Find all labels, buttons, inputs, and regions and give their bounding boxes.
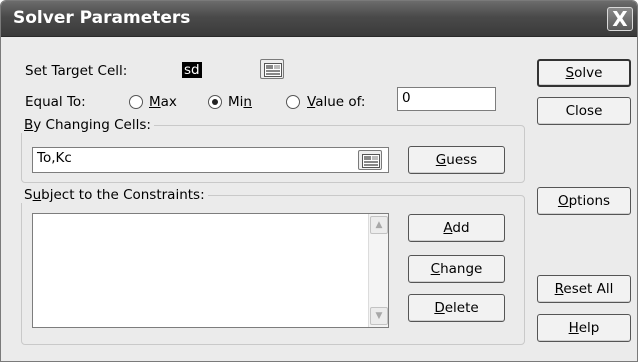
constraints-label: Subject to the Constraints: xyxy=(21,187,208,203)
constraints-scrollbar[interactable]: ▲ ▼ xyxy=(368,214,388,327)
radio-value-of-label: Value of: xyxy=(307,94,366,110)
scroll-down-icon[interactable]: ▼ xyxy=(370,307,388,325)
change-button[interactable]: Change xyxy=(408,255,505,283)
solver-dialog: Solver Parameters X Set Target Cell: sd … xyxy=(0,0,638,362)
close-button[interactable]: Close xyxy=(537,97,631,125)
title-bar[interactable]: Solver Parameters X xyxy=(1,1,637,37)
close-icon[interactable]: X xyxy=(607,7,633,31)
guess-button[interactable]: Guess xyxy=(408,146,505,174)
equal-to-label: Equal To: xyxy=(25,94,86,110)
reset-all-button[interactable]: Reset All xyxy=(537,275,631,303)
add-button[interactable]: Add xyxy=(408,214,505,242)
collapse-dialog-icon xyxy=(362,154,380,168)
changing-cells-label: By Changing Cells: xyxy=(21,117,154,133)
help-button[interactable]: Help xyxy=(537,314,631,342)
target-cell-input[interactable]: sd xyxy=(179,59,259,83)
collapse-dialog-icon xyxy=(264,63,282,77)
scroll-up-icon[interactable]: ▲ xyxy=(370,216,388,234)
target-cell-value: sd xyxy=(182,62,202,78)
constraints-list[interactable]: ▲ ▼ xyxy=(32,213,389,328)
solve-button[interactable]: Solve xyxy=(537,59,631,87)
value-of-input[interactable]: 0 xyxy=(397,87,496,111)
dialog-title: Solver Parameters xyxy=(13,8,191,28)
changing-collapse-button[interactable] xyxy=(358,150,382,170)
radio-min[interactable] xyxy=(208,95,222,109)
delete-button[interactable]: Delete xyxy=(408,294,505,322)
target-cell-label: Set Target Cell: xyxy=(25,63,128,79)
radio-max[interactable] xyxy=(129,95,143,109)
radio-value-of[interactable] xyxy=(286,95,300,109)
radio-min-label: Min xyxy=(228,94,252,110)
changing-cells-input[interactable]: To,Kc xyxy=(32,147,389,173)
target-collapse-button[interactable] xyxy=(260,59,284,79)
options-button[interactable]: Options xyxy=(537,187,631,215)
radio-max-label: Max xyxy=(149,94,177,110)
